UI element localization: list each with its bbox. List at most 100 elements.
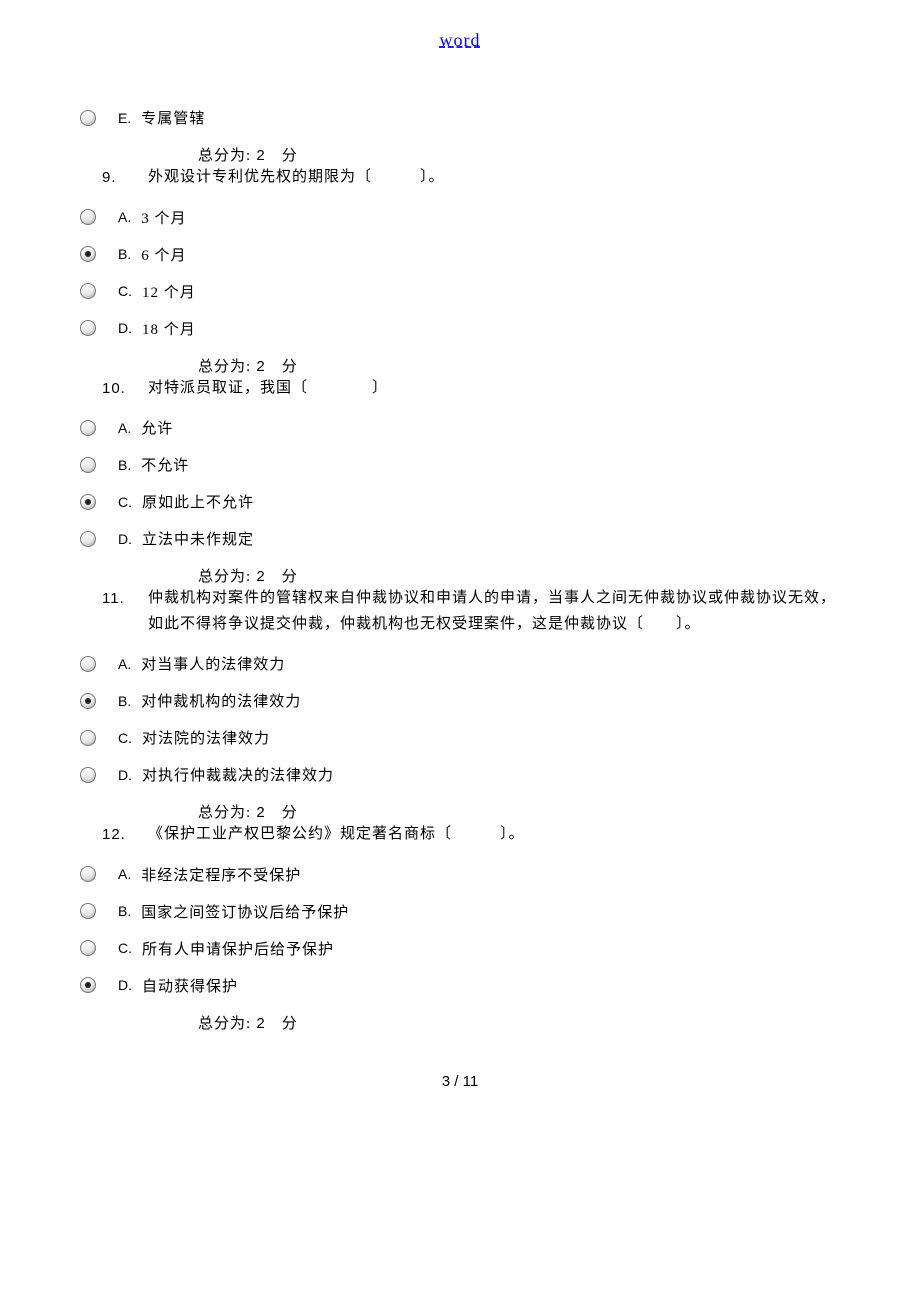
option-text: 立法中未作规定: [142, 528, 254, 549]
question-number: 9.: [102, 165, 148, 191]
question-line: 12.《保护工业产权巴黎公约》规定著名商标〔 〕。: [102, 822, 840, 848]
option-text: 12 个月: [142, 281, 196, 302]
option-row: D.自动获得保护: [80, 975, 840, 996]
score-line: 总分为: 2 分: [198, 565, 840, 586]
radio-button[interactable]: [80, 866, 96, 882]
header: word: [80, 30, 840, 51]
option-letter: B.: [118, 693, 131, 709]
score-value: 2: [251, 1015, 282, 1032]
score-unit: 分: [282, 148, 298, 164]
radio-button[interactable]: [80, 977, 96, 993]
score-unit: 分: [282, 569, 298, 585]
radio-button[interactable]: [80, 320, 96, 336]
radio-button[interactable]: [80, 494, 96, 510]
option-row: A. 对当事人的法律效力: [80, 653, 840, 674]
option-row: D. 立法中未作规定: [80, 528, 840, 549]
score-line: 总分为: 2 分: [198, 144, 840, 165]
option-row: A. 非经法定程序不受保护: [80, 864, 840, 885]
option-letter: A.: [118, 420, 131, 436]
option-row: C. 对法院的法律效力: [80, 727, 840, 748]
option-letter: E.: [118, 110, 131, 126]
question-line: 11.仲裁机构对案件的管辖权来自仲裁协议和申请人的申请，当事人之间无仲裁协议或仲…: [102, 586, 840, 637]
option-text: 不允许: [141, 454, 189, 475]
score-label: 总分为:: [198, 1016, 251, 1032]
option-row: B. 对仲裁机构的法律效力: [80, 690, 840, 711]
option-row: B. 国家之间签订协议后给予保护: [80, 901, 840, 922]
score-unit: 分: [282, 1016, 298, 1032]
radio-button[interactable]: [80, 531, 96, 547]
option-row: C. 12 个月: [80, 281, 840, 302]
radio-button[interactable]: [80, 283, 96, 299]
option-row: C. 原如此上不允许: [80, 491, 840, 512]
option-text: 对法院的法律效力: [142, 727, 270, 748]
score-label: 总分为:: [198, 359, 251, 375]
option-letter: B.: [118, 903, 131, 919]
option-text: 对当事人的法律效力: [141, 653, 285, 674]
option-letter: A.: [118, 656, 131, 672]
option-letter: C.: [118, 730, 132, 746]
option-row: E. 专属管辖: [80, 107, 840, 128]
option-letter: B.: [118, 457, 131, 473]
option-letter: D.: [118, 531, 132, 547]
option-text: 国家之间签订协议后给予保护: [141, 901, 349, 922]
question-number: 11.: [102, 586, 148, 637]
question-text: 对特派员取证，我国〔 〕: [148, 376, 840, 402]
option-row: A. 允许: [80, 417, 840, 438]
option-letter: C.: [118, 494, 132, 510]
option-letter: D.: [118, 767, 132, 783]
option-row: B. 6 个月: [80, 244, 840, 265]
option-letter: C.: [118, 283, 132, 299]
option-text: 专属管辖: [141, 107, 205, 128]
option-text: 对执行仲裁裁决的法律效力: [142, 764, 334, 785]
score-value: 2: [251, 568, 282, 585]
score-label: 总分为:: [198, 805, 251, 821]
option-letter: B.: [118, 246, 131, 262]
score-line: 总分为: 2 分: [198, 801, 840, 822]
page: word E.专属管辖总分为: 2 分9.外观设计专利优先权的期限为〔 〕。A.…: [0, 0, 920, 1130]
radio-button[interactable]: [80, 903, 96, 919]
option-row: C. 所有人申请保护后给予保护: [80, 938, 840, 959]
option-text: 18 个月: [142, 318, 196, 339]
radio-button[interactable]: [80, 730, 96, 746]
option-text: 非经法定程序不受保护: [141, 864, 301, 885]
radio-button[interactable]: [80, 940, 96, 956]
score-value: 2: [251, 147, 282, 164]
score-line: 总分为: 2 分: [198, 355, 840, 376]
radio-button[interactable]: [80, 656, 96, 672]
radio-button[interactable]: [80, 209, 96, 225]
option-text: 允许: [141, 417, 173, 438]
question-line: 9.外观设计专利优先权的期限为〔 〕。: [102, 165, 840, 191]
question-number: 12.: [102, 822, 148, 848]
score-label: 总分为:: [198, 569, 251, 585]
option-row: D. 18 个月: [80, 318, 840, 339]
score-value: 2: [251, 804, 282, 821]
option-letter: D.: [118, 320, 132, 336]
option-row: A. 3 个月: [80, 207, 840, 228]
score-unit: 分: [282, 359, 298, 375]
page-footer: 3 / 11: [80, 1073, 840, 1090]
option-text: 3 个月: [141, 207, 186, 228]
content: E.专属管辖总分为: 2 分9.外观设计专利优先权的期限为〔 〕。A.3 个月B…: [80, 107, 840, 1033]
score-unit: 分: [282, 805, 298, 821]
option-letter: A.: [118, 209, 131, 225]
radio-button[interactable]: [80, 693, 96, 709]
option-letter: C.: [118, 940, 132, 956]
radio-button[interactable]: [80, 110, 96, 126]
option-text: 所有人申请保护后给予保护: [142, 938, 334, 959]
radio-button[interactable]: [80, 420, 96, 436]
score-line: 总分为: 2 分: [198, 1012, 840, 1033]
option-text: 原如此上不允许: [142, 491, 254, 512]
option-text: 对仲裁机构的法律效力: [141, 690, 301, 711]
radio-button[interactable]: [80, 767, 96, 783]
question-number: 10.: [102, 376, 148, 402]
radio-button[interactable]: [80, 246, 96, 262]
question-text: 仲裁机构对案件的管辖权来自仲裁协议和申请人的申请，当事人之间无仲裁协议或仲裁协议…: [148, 586, 840, 637]
question-text: 《保护工业产权巴黎公约》规定著名商标〔 〕。: [148, 822, 840, 848]
score-label: 总分为:: [198, 148, 251, 164]
option-text: 6 个月: [141, 244, 186, 265]
question-line: 10.对特派员取证，我国〔 〕: [102, 376, 840, 402]
option-letter: A.: [118, 866, 131, 882]
radio-button[interactable]: [80, 457, 96, 473]
option-row: B. 不允许: [80, 454, 840, 475]
header-link[interactable]: word: [440, 30, 481, 50]
